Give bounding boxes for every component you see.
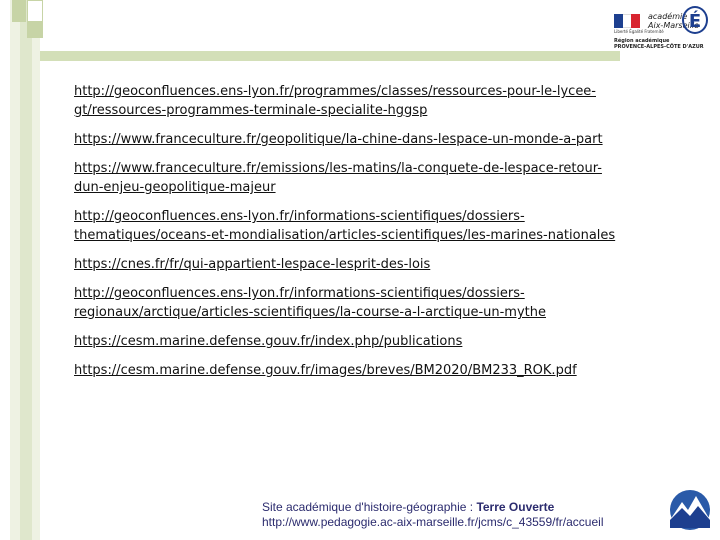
french-flag-icon [614, 14, 641, 28]
resource-link[interactable]: https://www.franceculture.fr/geopolitiqu… [74, 130, 714, 149]
resource-link-list: http://geoconfluences.ens-lyon.fr/progra… [74, 82, 714, 390]
footer: Site académique d'histoire-géographie : … [262, 500, 603, 530]
region-label: Région académique PROVENCE-ALPES-CÔTE D'… [614, 38, 704, 50]
resource-link[interactable]: https://www.franceculture.fr/emissions/l… [74, 159, 714, 197]
footer-url[interactable]: http://www.pedagogie.ac-aix-marseille.fr… [262, 515, 603, 530]
site-name: Terre Ouverte [476, 500, 555, 514]
resource-link[interactable]: https://cesm.marine.defense.gouv.fr/imag… [74, 361, 714, 380]
resource-link[interactable]: http://geoconfluences.ens-lyon.fr/inform… [74, 284, 714, 322]
academy-logo: Liberté Égalité Fraternité académie Aix-… [612, 6, 714, 52]
resource-link[interactable]: https://cnes.fr/fr/qui-appartient-lespac… [74, 255, 714, 274]
header-decor-bar [40, 51, 620, 61]
academy-emblem: É [682, 6, 708, 34]
corner-decor-square [27, 22, 43, 38]
left-decor-stripe [20, 0, 32, 540]
footer-site-line: Site académique d'histoire-géographie : … [262, 500, 555, 514]
mountain-logo-icon [670, 490, 710, 530]
region-line2: PROVENCE-ALPES-CÔTE D'AZUR [614, 44, 704, 50]
corner-decor-square [12, 0, 26, 22]
corner-decor-square [27, 0, 43, 22]
resource-link[interactable]: http://geoconfluences.ens-lyon.fr/inform… [74, 207, 714, 245]
resource-link[interactable]: https://cesm.marine.defense.gouv.fr/inde… [74, 332, 714, 351]
resource-link[interactable]: http://geoconfluences.ens-lyon.fr/progra… [74, 82, 714, 120]
